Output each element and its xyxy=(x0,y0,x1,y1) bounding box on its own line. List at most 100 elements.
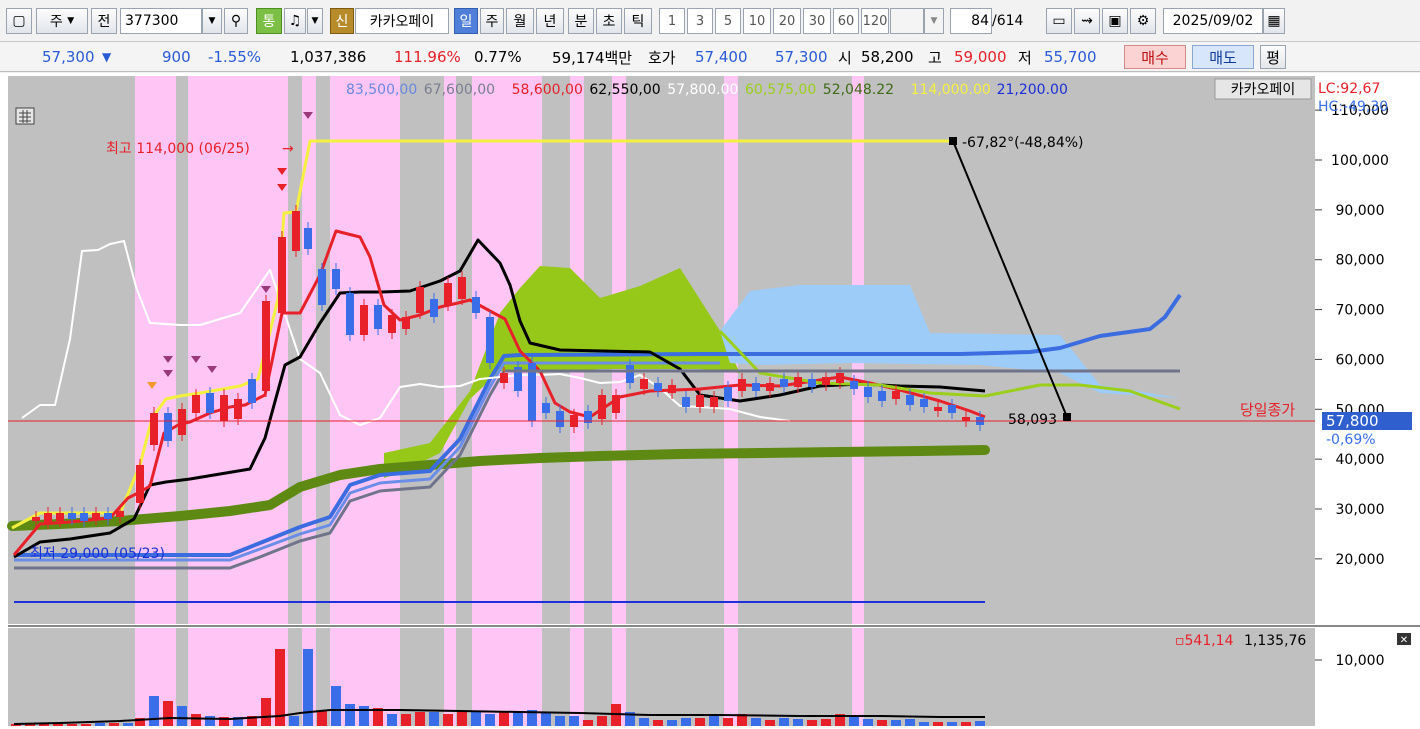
period-month-tab[interactable]: 월 xyxy=(506,8,534,34)
legend-item: 62,550,00 xyxy=(589,82,660,98)
volume-ma1-value: ▫541,14 xyxy=(1175,633,1234,649)
price-tick-label: 20,000 xyxy=(1336,552,1385,568)
sell-button[interactable]: 매도 xyxy=(1192,45,1254,69)
buy-button[interactable]: 매수 xyxy=(1124,45,1186,69)
volume-highlight-band xyxy=(570,628,584,726)
highlight-band xyxy=(135,76,176,624)
volume-bar xyxy=(919,722,929,726)
volume-bar xyxy=(191,714,201,726)
legend-item: 57,800.00 xyxy=(667,82,738,98)
volume-bar xyxy=(877,720,887,726)
chevron-down-icon: ▼ xyxy=(67,16,75,26)
type-dropdown[interactable]: 주 ▼ xyxy=(36,8,88,34)
trend-line-start-handle[interactable] xyxy=(949,137,957,145)
stock-name-field[interactable]: 카카오페이 xyxy=(355,8,449,34)
trend-tool-icon[interactable]: ⇝ xyxy=(1074,8,1100,34)
eval-button[interactable]: 평 xyxy=(1260,45,1286,69)
window-menu-icon[interactable]: ▢ xyxy=(6,8,32,34)
candle-body xyxy=(278,237,286,313)
candle-body xyxy=(724,387,732,401)
candle-body xyxy=(178,409,186,435)
gear-icon[interactable]: ⚙ xyxy=(1130,8,1156,34)
grid-toggle-icon[interactable] xyxy=(15,107,35,125)
candle-body xyxy=(304,228,312,249)
type-label: 주 xyxy=(49,14,63,30)
volume-bar xyxy=(891,720,901,726)
legend-item: 21,200.00 xyxy=(997,82,1068,98)
period-year-tab[interactable]: 년 xyxy=(536,8,564,34)
candle-body xyxy=(948,405,956,413)
price-tick-label: 60,000 xyxy=(1336,352,1385,368)
candle-body xyxy=(808,379,816,387)
volume-ratio: 111.96% xyxy=(394,48,461,66)
volume-bar xyxy=(667,720,677,726)
prev-button[interactable]: 전 xyxy=(91,8,117,34)
trade-volume: 1,037,386 xyxy=(290,48,367,66)
volume-bar xyxy=(331,686,341,726)
indicator-legend: 83,500,00 67,600,00 58,600,00 62,550,00 57,8… xyxy=(346,82,1068,98)
interval-10-button[interactable]: 10 xyxy=(743,8,771,34)
volume-bar xyxy=(95,723,105,726)
trend-line-end-handle[interactable] xyxy=(1063,413,1071,421)
candle-body xyxy=(696,395,704,407)
save-icon[interactable]: ▣ xyxy=(1102,8,1128,34)
price-tick-label: 40,000 xyxy=(1336,452,1385,468)
last-price-pct: -0,69% xyxy=(1326,432,1376,448)
price-change: 900 xyxy=(162,48,191,66)
interval-120-button[interactable]: 120 xyxy=(861,8,889,34)
volume-bar xyxy=(541,712,551,726)
period-tick-tab[interactable]: 틱 xyxy=(624,8,652,34)
candle-body xyxy=(220,395,228,421)
price-chart[interactable]: 110,000100,00090,00080,00070,00060,00050… xyxy=(0,73,1420,729)
interval-custom-input[interactable] xyxy=(890,8,924,34)
new-button[interactable]: 신 xyxy=(330,8,354,34)
candle-body xyxy=(332,269,340,289)
candle-body xyxy=(612,395,620,413)
candle-body xyxy=(164,413,172,441)
chevron-down-icon[interactable]: ▼ xyxy=(202,8,222,34)
volume-bar xyxy=(793,719,803,726)
search-icon[interactable]: ⚲ xyxy=(224,8,248,34)
interval-30-button[interactable]: 30 xyxy=(803,8,831,34)
low-price: 55,700 xyxy=(1044,48,1097,66)
volume-bar xyxy=(499,712,509,726)
period-day-tab[interactable]: 일 xyxy=(454,8,478,34)
close-icon[interactable]: ✕ xyxy=(1400,635,1408,646)
candle-body xyxy=(878,391,886,401)
volume-highlight-band xyxy=(852,628,864,726)
candle-body xyxy=(206,393,214,413)
volume-bar xyxy=(513,712,523,726)
interval-1-button[interactable]: 1 xyxy=(659,8,685,34)
quote-bar: 57,300 ▼ 900 -1.55% 1,037,386 111.96% 0.… xyxy=(0,42,1420,72)
interval-60-button[interactable]: 60 xyxy=(833,8,859,34)
candle-body xyxy=(374,305,382,329)
period-week-tab[interactable]: 주 xyxy=(480,8,504,34)
date-input[interactable]: 2025/09/02 xyxy=(1163,8,1263,34)
volume-bar xyxy=(583,720,593,726)
page-index-input[interactable]: 84 xyxy=(950,8,992,34)
page-total: /614 xyxy=(992,13,1024,29)
tong-button[interactable]: 통 xyxy=(256,8,282,34)
legend-item: 114,000.00 xyxy=(911,82,991,98)
interval-20-button[interactable]: 20 xyxy=(773,8,801,34)
volume-bar xyxy=(695,718,705,726)
stock-code-input[interactable]: 377300 xyxy=(120,8,202,34)
volume-bar xyxy=(303,649,313,726)
volume-ma2-value: 1,135,76 xyxy=(1244,633,1306,649)
candle-body xyxy=(136,465,144,503)
chevron-down-icon[interactable]: ▼ xyxy=(307,8,323,34)
interval-3-button[interactable]: 3 xyxy=(687,8,713,34)
candle-body xyxy=(906,395,914,405)
hoga-label: 호가 xyxy=(648,48,676,67)
candle-body xyxy=(32,517,40,521)
square-icon: ▫ xyxy=(1175,633,1185,649)
candle-type-icon[interactable]: ▭ xyxy=(1046,8,1072,34)
volume-bar xyxy=(779,718,789,726)
period-second-tab[interactable]: 초 xyxy=(596,8,622,34)
chevron-down-icon[interactable]: ▼ xyxy=(924,8,944,34)
interval-5-button[interactable]: 5 xyxy=(715,8,741,34)
calendar-icon[interactable]: ▦ xyxy=(1263,8,1285,34)
speaker-icon[interactable]: ♫ xyxy=(284,8,306,34)
volume-bar xyxy=(947,722,957,726)
period-minute-tab[interactable]: 분 xyxy=(568,8,594,34)
